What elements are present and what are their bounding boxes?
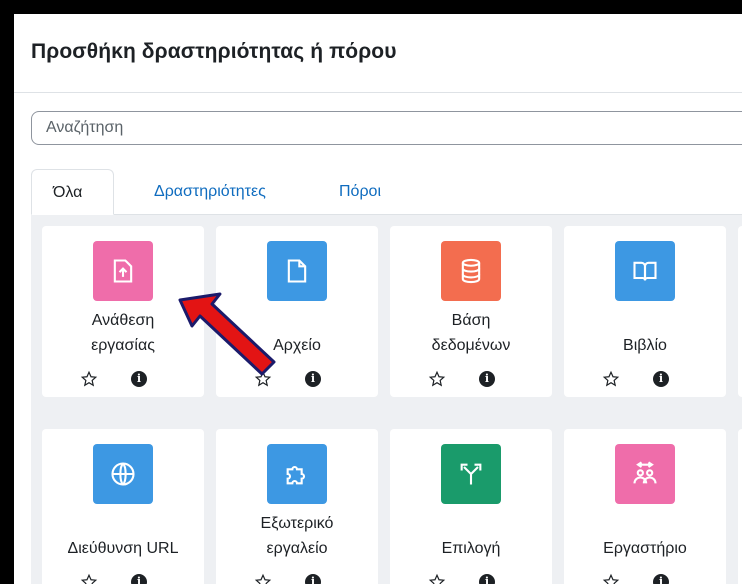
red-arrow-annotation [178,292,276,376]
module-card-partial[interactable] [738,429,742,584]
workshop-people-icon [615,444,675,504]
module-card-choice[interactable]: Επιλογή i [390,429,552,584]
book-icon [615,241,675,301]
header-divider [14,92,742,93]
info-icon[interactable]: i [305,371,321,387]
module-card-book[interactable]: Βιβλίο i [564,226,726,397]
info-icon[interactable]: i [653,371,669,387]
tab-resources[interactable]: Πόροι [321,169,399,215]
module-name: Διεύθυνση URL [67,540,179,557]
star-icon[interactable] [80,573,98,584]
add-activity-dialog: Προσθήκη δραστηριότητας ή πόρου Όλα Δρασ… [14,14,742,584]
star-icon[interactable] [428,573,446,584]
info-icon[interactable]: i [653,574,669,584]
globe-icon [93,444,153,504]
module-name-line1: Βάση [451,312,491,329]
star-icon[interactable] [80,370,98,388]
module-name: Εργαστήριο [603,540,687,557]
module-card-external-tool[interactable]: Εξωτερικό εργαλείο i [216,429,378,584]
star-icon[interactable] [602,573,620,584]
puzzle-icon [267,444,327,504]
database-icon [441,241,501,301]
star-icon[interactable] [254,573,272,584]
module-card-url[interactable]: Διεύθυνση URL i [42,429,204,584]
module-card-partial[interactable] [738,226,742,397]
choice-signpost-icon [441,444,501,504]
info-icon[interactable]: i [479,574,495,584]
star-icon[interactable] [602,370,620,388]
module-name-line2: δεδομένων [431,337,511,354]
module-card-database[interactable]: Βάση δεδομένων i [390,226,552,397]
info-icon[interactable]: i [305,574,321,584]
module-name: Βιβλίο [623,337,667,354]
module-name: Επιλογή [441,540,501,557]
tab-all[interactable]: Όλα [31,169,114,215]
module-name-line1: Εξωτερικό [260,515,334,532]
module-card-workshop[interactable]: Εργαστήριο i [564,429,726,584]
assignment-upload-icon [93,241,153,301]
search-input[interactable] [31,111,742,145]
info-icon[interactable]: i [131,574,147,584]
star-icon[interactable] [428,370,446,388]
dialog-title: Προσθήκη δραστηριότητας ή πόρου [31,40,397,63]
info-icon[interactable]: i [131,371,147,387]
tab-bar: Όλα Δραστηριότητες Πόροι [31,169,742,215]
module-grid: Ανάθεση εργασίας i Αρχείο i Βάση δεδομέν… [31,215,742,584]
info-icon[interactable]: i [479,371,495,387]
module-name-line2: εργαλείο [266,540,328,557]
tab-activities[interactable]: Δραστηριότητες [136,169,284,215]
